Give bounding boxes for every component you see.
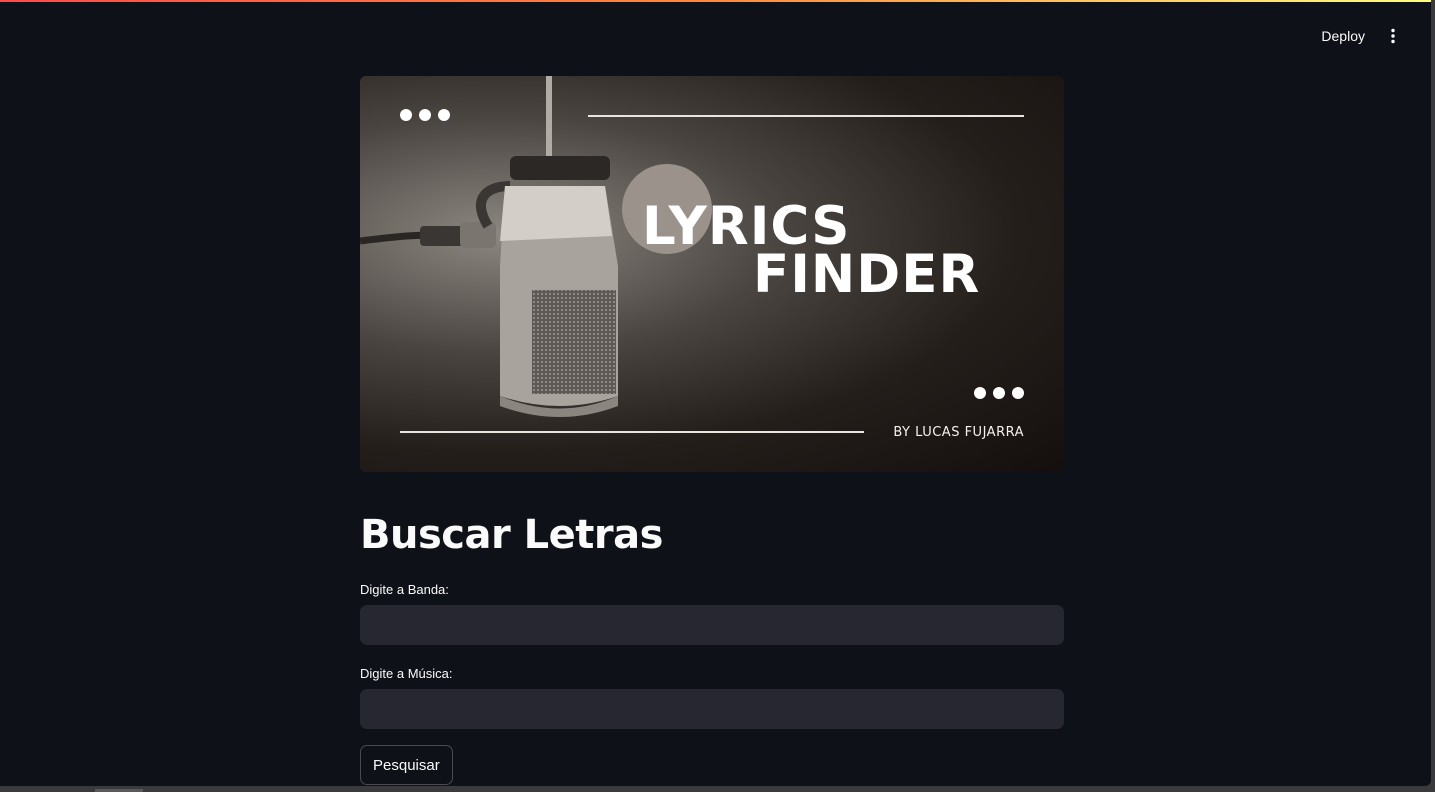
search-button[interactable]: Pesquisar [360,745,453,785]
app-window: Deploy LYRICS FINDER BY LUCAS FUJARRA Bu… [0,0,1431,786]
dots-decoration-bottom [974,387,1024,399]
deploy-button[interactable]: Deploy [1315,24,1371,48]
band-field-label: Digite a Banda: [360,582,449,597]
band-input[interactable] [360,605,1064,645]
divider-line-top [588,115,1024,117]
header-toolbar: Deploy [1315,24,1401,48]
top-decoration-bar [0,0,1431,2]
banner-image: LYRICS FINDER BY LUCAS FUJARRA [360,76,1064,472]
banner-byline: BY LUCAS FUJARRA [893,425,1024,440]
divider-line-bottom [400,431,864,433]
dots-decoration-top [400,109,450,121]
song-input[interactable] [360,689,1064,729]
page-title: Buscar Letras [360,512,663,558]
banner-title-line2: FINDER [753,244,981,305]
song-field-label: Digite a Música: [360,666,453,681]
main-content: LYRICS FINDER BY LUCAS FUJARRA Buscar Le… [360,76,1064,785]
more-vertical-icon[interactable] [1385,24,1401,48]
